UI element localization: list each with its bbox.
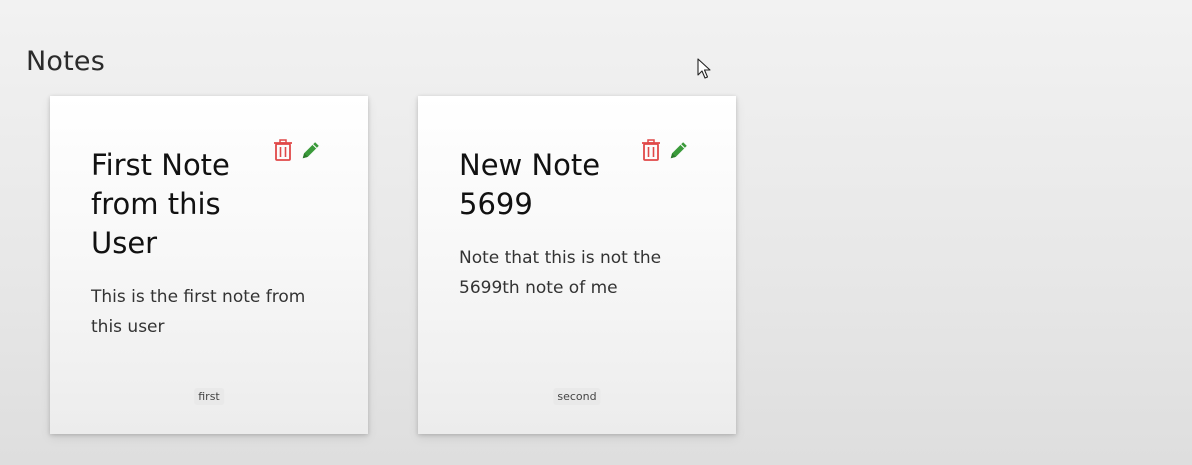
note-title: First Note from this User bbox=[91, 148, 230, 260]
note-body: This is the first note from this user bbox=[91, 287, 306, 337]
page-title: Notes bbox=[26, 46, 105, 77]
notes-list: First Note from this User This is the fi… bbox=[50, 96, 736, 434]
edit-button[interactable] bbox=[300, 139, 322, 161]
note-card[interactable]: First Note from this User This is the fi… bbox=[50, 96, 368, 434]
note-tag: first bbox=[194, 388, 224, 405]
pencil-icon bbox=[670, 142, 687, 159]
note-body: Note that this is not the 5699th note of… bbox=[459, 248, 662, 298]
note-title: New Note 5699 bbox=[459, 148, 601, 221]
pencil-icon bbox=[302, 142, 319, 159]
trash-icon bbox=[642, 139, 660, 161]
note-actions bbox=[640, 139, 690, 161]
note-tag: second bbox=[553, 388, 601, 405]
mouse-pointer-icon bbox=[697, 58, 711, 79]
delete-button[interactable] bbox=[640, 139, 662, 161]
note-card[interactable]: New Note 5699 Note that this is not the … bbox=[418, 96, 736, 434]
edit-button[interactable] bbox=[668, 139, 690, 161]
note-actions bbox=[272, 139, 322, 161]
trash-icon bbox=[274, 139, 292, 161]
delete-button[interactable] bbox=[272, 139, 294, 161]
